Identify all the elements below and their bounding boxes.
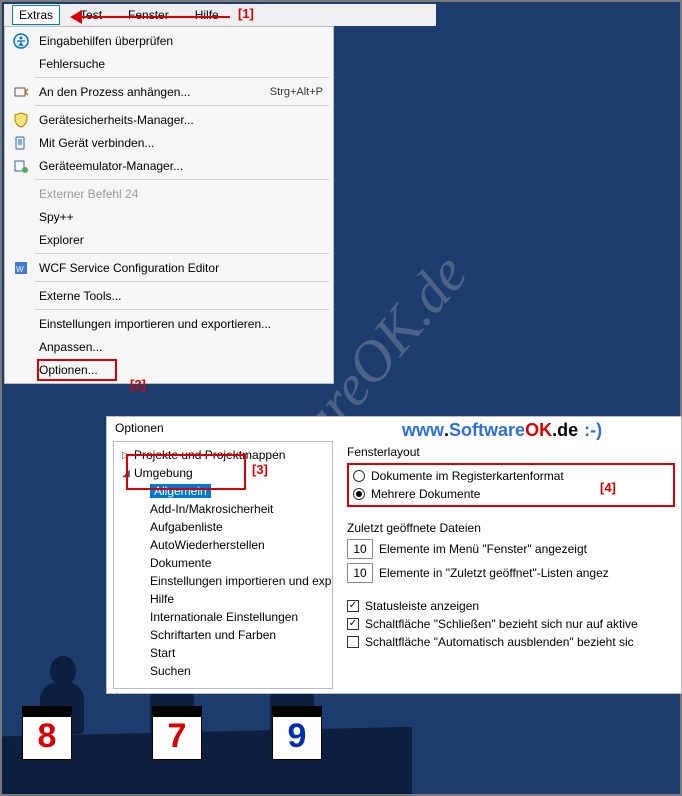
radio-icon <box>353 470 365 482</box>
separator <box>35 281 329 282</box>
fensterlayout-title: Fensterlayout <box>347 445 675 459</box>
menuitem-label: Einstellungen importieren und exportiere… <box>39 317 323 331</box>
separator <box>35 309 329 310</box>
tree-label: Einstellungen importieren und exp <box>150 574 331 588</box>
menuitem-label: Eingabehilfen überprüfen <box>39 34 323 48</box>
options-pane: Fensterlayout Dokumente im Registerkarte… <box>337 439 681 693</box>
menuitem-label: Spy++ <box>39 210 323 224</box>
separator <box>35 105 329 106</box>
tree-label: Internationale Einstellungen <box>150 610 298 624</box>
callout-1: [1] <box>238 6 254 21</box>
checkbox-icon <box>347 636 359 648</box>
radio-label: Mehrere Dokumente <box>371 487 480 501</box>
menuitem-anpassen[interactable]: Anpassen... <box>5 335 333 358</box>
radio-label: Dokumente im Registerkartenformat <box>371 469 564 483</box>
callout-4: [4] <box>600 480 616 495</box>
radio-icon <box>353 488 365 500</box>
highlight-fensterlayout: Dokumente im Registerkartenformat Mehrer… <box>347 463 675 507</box>
tree-fonts[interactable]: Schriftarten und Farben <box>116 626 330 644</box>
menuitem-label: Geräteemulator-Manager... <box>39 159 323 173</box>
menuitem-externer-befehl: Externer Befehl 24 <box>5 182 333 205</box>
extras-dropdown: Eingabehilfen überprüfen Fehlersuche An … <box>4 26 334 384</box>
menu-extras[interactable]: Extras <box>12 5 60 25</box>
tree-label: Dokumente <box>150 556 211 570</box>
check-autohide[interactable]: Schaltfläche "Automatisch ausblenden" be… <box>347 633 675 651</box>
menuitem-label: An den Prozess anhängen... <box>39 85 264 99</box>
recent-label-2: Elemente in "Zuletzt geöffnet"-Listen an… <box>379 566 609 580</box>
menuitem-label: WCF Service Configuration Editor <box>39 261 323 275</box>
tree-aufgabenliste[interactable]: Aufgabenliste <box>116 518 330 536</box>
tree-label: Hilfe <box>150 592 174 606</box>
menuitem-label: Externer Befehl 24 <box>39 187 323 201</box>
check-statusbar[interactable]: Statusleiste anzeigen <box>347 597 675 615</box>
recent-label-1: Elemente im Menü "Fenster" angezeigt <box>379 542 587 556</box>
emulator-icon <box>13 158 29 174</box>
highlight-umgebung <box>126 454 246 490</box>
checkbox-icon <box>347 600 359 612</box>
check-label: Schaltfläche "Schließen" bezieht sich nu… <box>365 617 638 631</box>
tree-addin[interactable]: Add-In/Makrosicherheit <box>116 500 330 518</box>
tree-label: AutoWiederherstellen <box>150 538 265 552</box>
recent-title: Zuletzt geöffnete Dateien <box>347 521 675 535</box>
tree-label: Aufgabenliste <box>150 520 223 534</box>
check-label: Statusleiste anzeigen <box>365 599 479 613</box>
menuitem-label: Anpassen... <box>39 340 323 354</box>
accessibility-icon <box>13 33 29 49</box>
device-icon <box>13 135 29 151</box>
separator <box>35 77 329 78</box>
site-url: www.SoftwareOK.de:-) <box>402 420 602 441</box>
radio-multi[interactable]: Mehrere Dokumente <box>353 485 669 503</box>
tree-hilfe[interactable]: Hilfe <box>116 590 330 608</box>
menuitem-label: Externe Tools... <box>39 289 323 303</box>
checkbox-icon <box>347 618 359 630</box>
menuitem-attach-process[interactable]: An den Prozess anhängen... Strg+Alt+P <box>5 80 333 103</box>
arrow-annotation-1 <box>70 10 230 24</box>
highlight-optionen <box>37 359 117 381</box>
menuitem-externe-tools[interactable]: Externe Tools... <box>5 284 333 307</box>
menuitem-wcf-editor[interactable]: W WCF Service Configuration Editor <box>5 256 333 279</box>
tree-label: Start <box>150 646 175 660</box>
menuitem-import-export[interactable]: Einstellungen importieren und exportiere… <box>5 312 333 335</box>
score-card-7: 7 <box>152 706 202 760</box>
attach-icon <box>13 84 29 100</box>
menuitem-label: Mit Gerät verbinden... <box>39 136 323 150</box>
score-card-8: 8 <box>22 706 72 760</box>
recent-count-1[interactable]: 10 <box>347 539 373 559</box>
tree-international[interactable]: Internationale Einstellungen <box>116 608 330 626</box>
radio-tabbed[interactable]: Dokumente im Registerkartenformat <box>353 467 669 485</box>
menuitem-shortcut: Strg+Alt+P <box>270 86 323 98</box>
menuitem-label: Fehlersuche <box>39 57 323 71</box>
check-close-active[interactable]: Schaltfläche "Schließen" bezieht sich nu… <box>347 615 675 633</box>
menuitem-label: Explorer <box>39 233 323 247</box>
menuitem-emulator-manager[interactable]: Geräteemulator-Manager... <box>5 154 333 177</box>
menuitem-device-connect[interactable]: Mit Gerät verbinden... <box>5 131 333 154</box>
menuitem-fehlersuche[interactable]: Fehlersuche <box>5 52 333 75</box>
menuitem-eingabehilfen[interactable]: Eingabehilfen überprüfen <box>5 29 333 52</box>
tree-start[interactable]: Start <box>116 644 330 662</box>
tree-label: Suchen <box>150 664 191 678</box>
menuitem-explorer[interactable]: Explorer <box>5 228 333 251</box>
recent-count-2[interactable]: 10 <box>347 563 373 583</box>
wcf-icon: W <box>13 260 29 276</box>
tree-label: Add-In/Makrosicherheit <box>150 502 273 516</box>
tree-dokumente[interactable]: Dokumente <box>116 554 330 572</box>
menuitem-device-security[interactable]: Gerätesicherheits-Manager... <box>5 108 333 131</box>
check-label: Schaltfläche "Automatisch ausblenden" be… <box>365 635 634 649</box>
svg-text:W: W <box>16 265 24 274</box>
menuitem-spy[interactable]: Spy++ <box>5 205 333 228</box>
separator <box>35 253 329 254</box>
callout-2: [2] <box>130 377 146 392</box>
tree-autowiederherstellen[interactable]: AutoWiederherstellen <box>116 536 330 554</box>
score-card-9: 9 <box>272 706 322 760</box>
tree-import-export[interactable]: Einstellungen importieren und exp <box>116 572 330 590</box>
menuitem-label: Gerätesicherheits-Manager... <box>39 113 323 127</box>
tree-label: Schriftarten und Farben <box>150 628 276 642</box>
separator <box>35 179 329 180</box>
callout-3: [3] <box>252 462 268 477</box>
shield-icon <box>13 112 29 128</box>
tree-suchen[interactable]: Suchen <box>116 662 330 680</box>
